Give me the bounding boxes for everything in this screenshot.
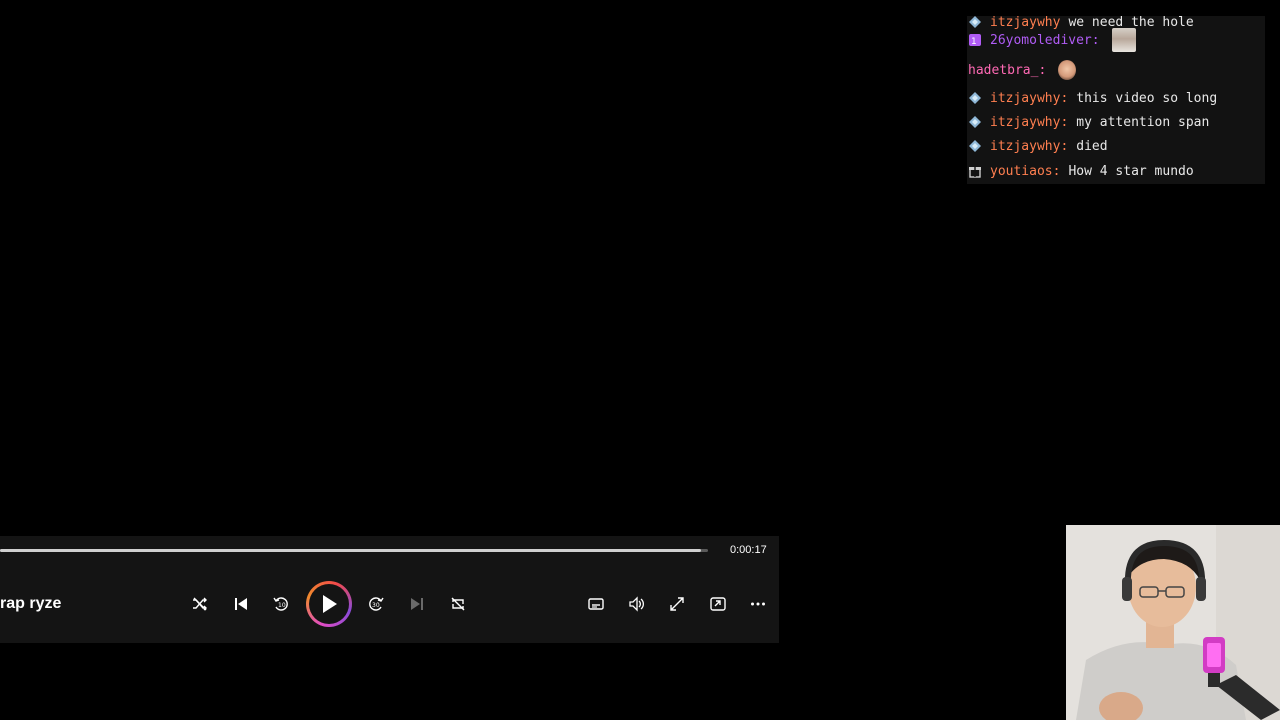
previous-button[interactable] bbox=[229, 592, 253, 616]
chat-colon: : bbox=[1060, 138, 1069, 154]
forward-30-button[interactable]: 30 bbox=[364, 592, 388, 616]
chat-colon: : bbox=[1060, 114, 1069, 130]
track-title: rap ryze bbox=[0, 595, 62, 612]
chat-username[interactable]: itzjaywhy bbox=[990, 139, 1060, 154]
diamond-badge-icon bbox=[968, 139, 982, 153]
more-options-button[interactable] bbox=[746, 592, 770, 616]
chat-username[interactable]: hadetbra_ bbox=[968, 63, 1038, 78]
chat-text: my attention span bbox=[1076, 114, 1210, 130]
chat-username[interactable]: youtiaos bbox=[990, 164, 1053, 179]
captions-button[interactable] bbox=[584, 592, 608, 616]
diamond-badge-icon bbox=[968, 91, 982, 105]
webcam-feed bbox=[1066, 525, 1280, 720]
time-display: 0:00:17 bbox=[730, 544, 767, 556]
play-icon bbox=[323, 595, 337, 613]
chat-colon: : bbox=[1091, 32, 1100, 48]
chat-message: youtiaos : How 4 star mundo bbox=[967, 159, 1194, 183]
next-button[interactable] bbox=[405, 592, 429, 616]
chat-overlay: itzjaywhy we need the hole 1 26yomolediv… bbox=[967, 16, 1265, 184]
chat-username[interactable]: 26yomolediver bbox=[990, 33, 1092, 48]
chat-text: this video so long bbox=[1076, 90, 1218, 106]
rewind-10-icon: 10 bbox=[273, 597, 288, 611]
chat-message: itzjaywhy : this video so long bbox=[967, 86, 1217, 110]
chat-username[interactable]: itzjaywhy bbox=[990, 91, 1060, 106]
media-player-bar: 0:00:17 rap ryze 10 30 bbox=[0, 536, 779, 643]
play-button[interactable] bbox=[306, 581, 352, 627]
shuffle-button[interactable] bbox=[188, 592, 212, 616]
volume-button[interactable] bbox=[625, 592, 649, 616]
svg-text:10: 10 bbox=[278, 602, 286, 609]
fullscreen-button[interactable] bbox=[665, 592, 689, 616]
diamond-badge-icon bbox=[968, 115, 982, 129]
more-icon bbox=[751, 602, 765, 606]
forward-30-icon: 30 bbox=[369, 597, 384, 611]
chat-username[interactable]: itzjaywhy bbox=[990, 115, 1060, 130]
volume-icon bbox=[629, 596, 644, 612]
repeat-button[interactable] bbox=[446, 592, 470, 616]
chat-colon: : bbox=[1038, 62, 1047, 78]
shuffle-icon bbox=[193, 597, 207, 611]
streamer-camera-image bbox=[1066, 525, 1280, 720]
miniplayer-button[interactable] bbox=[706, 592, 730, 616]
sub-badge-icon: 1 bbox=[968, 33, 982, 47]
previous-icon bbox=[235, 598, 247, 610]
seek-bar[interactable] bbox=[0, 549, 708, 552]
rewind-10-button[interactable]: 10 bbox=[269, 592, 293, 616]
captions-icon bbox=[588, 598, 604, 610]
fullscreen-icon bbox=[670, 597, 684, 611]
next-icon bbox=[411, 598, 423, 610]
gift-badge-icon bbox=[968, 164, 982, 178]
chat-message: itzjaywhy : my attention span bbox=[967, 110, 1209, 134]
chat-message: itzjaywhy : died bbox=[967, 134, 1108, 158]
repeat-off-icon bbox=[451, 597, 465, 611]
chat-message: hadetbra_ : bbox=[967, 58, 1077, 82]
chat-colon: : bbox=[1060, 90, 1069, 106]
face-emote-icon bbox=[1111, 28, 1136, 52]
chat-text: died bbox=[1076, 138, 1108, 154]
miniplayer-icon bbox=[710, 597, 726, 611]
chat-text: How 4 star mundo bbox=[1068, 163, 1194, 179]
svg-text:1: 1 bbox=[971, 37, 977, 47]
play-button-inner bbox=[309, 584, 349, 624]
chat-colon: : bbox=[1052, 163, 1061, 179]
chat-message: 1 26yomolediver : bbox=[967, 28, 1136, 52]
seek-bar-fill bbox=[0, 549, 701, 552]
head-emote-icon bbox=[1058, 60, 1077, 80]
svg-text:30: 30 bbox=[372, 602, 380, 609]
